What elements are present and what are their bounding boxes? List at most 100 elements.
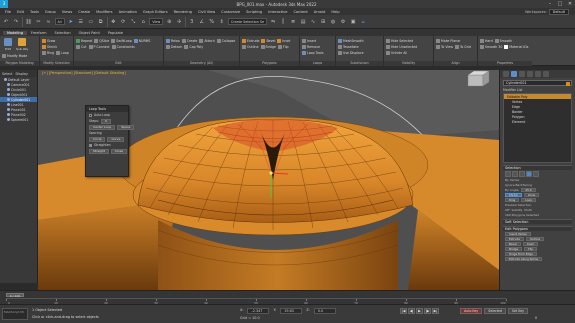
- insert-vertex-button[interactable]: Insert Vertex: [505, 232, 531, 236]
- tab-modeling[interactable]: Modeling: [3, 30, 27, 35]
- schematic-view-icon[interactable]: ⊞: [319, 18, 327, 26]
- unhide-all-button[interactable]: Unhide All: [386, 50, 407, 55]
- tab-selection[interactable]: Selection: [51, 31, 75, 35]
- center-button[interactable]: Center Loop: [89, 124, 116, 130]
- bevel-button[interactable]: Bevel: [505, 242, 521, 246]
- current-frame-field[interactable]: 0: [535, 316, 537, 320]
- go-to-start-button[interactable]: |◀: [400, 308, 407, 314]
- menu-group[interactable]: Group: [42, 10, 59, 14]
- inset-button[interactable]: Inset: [277, 38, 290, 43]
- go-to-end-button[interactable]: ▶|: [432, 308, 439, 314]
- collapse-button[interactable]: Collapse: [216, 38, 235, 43]
- display-tab-icon[interactable]: [535, 71, 541, 77]
- bridge-button[interactable]: Bridge: [260, 44, 276, 49]
- menu-tools[interactable]: Tools: [27, 10, 42, 14]
- shrink-button[interactable]: Shrink: [505, 193, 522, 197]
- visibility-icon[interactable]: [7, 103, 10, 106]
- outline-button[interactable]: Outline: [525, 237, 545, 241]
- close-button[interactable]: ✕: [565, 1, 575, 7]
- menu-customize[interactable]: Customize: [218, 10, 243, 14]
- edge-level-icon[interactable]: [512, 171, 518, 177]
- use-displace-button[interactable]: Use Displace: [338, 50, 364, 55]
- redo-icon[interactable]: ↷: [12, 18, 20, 26]
- render-setup-icon[interactable]: ⚙: [339, 18, 347, 26]
- by-vertex-row[interactable]: By Vertex: [505, 178, 570, 182]
- named-selection-sets-dropdown[interactable]: Create Selection Se: [227, 18, 268, 25]
- time-slider[interactable]: 0 / 100: [6, 293, 24, 298]
- set-key-button[interactable]: Set Key: [508, 308, 529, 314]
- visibility-icon[interactable]: [7, 118, 10, 121]
- y-coordinate-field[interactable]: 19.63: [280, 308, 303, 314]
- undo-icon[interactable]: ↶: [2, 18, 10, 26]
- utilities-tab-icon[interactable]: [543, 71, 549, 77]
- previous-frame-button[interactable]: ◀|: [408, 308, 415, 314]
- material-ids-button[interactable]: Material IDs: [504, 44, 528, 49]
- menu-interactive[interactable]: Interactive: [265, 10, 290, 14]
- insert-loop-button[interactable]: Insert: [302, 38, 316, 43]
- cap-poly-button[interactable]: Cap Poly: [184, 44, 203, 49]
- menu-create[interactable]: Create: [75, 10, 93, 14]
- checkbox-icon[interactable]: [89, 113, 92, 117]
- z-coordinate-field[interactable]: 0.0: [313, 308, 336, 314]
- hide-selected-button[interactable]: Hide Selected: [386, 38, 413, 43]
- menu-graph-editors[interactable]: Graph Editors: [140, 10, 171, 14]
- preview-multi-option[interactable]: Multi: [524, 208, 531, 212]
- object-name-field[interactable]: Cylinder001: [503, 80, 572, 86]
- relax-button[interactable]: Relax: [166, 38, 180, 43]
- qslice-button[interactable]: QSlice: [94, 38, 109, 43]
- render-production-icon[interactable]: ☕: [359, 18, 367, 26]
- modifier-list-dropdown[interactable]: Modifier List: [503, 88, 572, 92]
- loop-button[interactable]: Loop: [521, 198, 536, 202]
- sub-object-button[interactable]: Sub-Obj: [16, 38, 28, 52]
- rendered-frame-window-icon[interactable]: ▣: [349, 18, 357, 26]
- mirror-icon[interactable]: ⇋: [269, 18, 277, 26]
- to-grid-button[interactable]: To Grid: [454, 44, 471, 49]
- bevel-button[interactable]: Bevel: [261, 38, 275, 43]
- close-dialog-button[interactable]: Close: [110, 148, 128, 154]
- menu-views[interactable]: Views: [59, 10, 75, 14]
- create-button[interactable]: Create: [181, 38, 197, 43]
- detach-button[interactable]: Detach: [166, 44, 182, 49]
- preview-subobj-option[interactable]: SubObj: [511, 208, 522, 212]
- loop-tools-button[interactable]: Loop Tools: [302, 50, 324, 55]
- maximize-button[interactable]: □: [555, 1, 565, 7]
- auto-key-button[interactable]: Auto Key: [460, 308, 483, 314]
- angle-snap-icon[interactable]: ∠: [198, 18, 206, 26]
- soft-selection-rollout[interactable]: Soft Selection: [503, 219, 572, 224]
- curve-button[interactable]: Curve: [107, 136, 125, 142]
- perspective-viewport[interactable]: [+] [Perspective] [Standard] [Default Sh…: [38, 70, 499, 290]
- smooth-button[interactable]: Smooth: [494, 38, 512, 43]
- vertex-level-icon[interactable]: [505, 171, 511, 177]
- polygon-level-icon[interactable]: [526, 171, 532, 177]
- hide-unselected-button[interactable]: Hide Unselected: [386, 44, 417, 49]
- hard-button[interactable]: Hard: [480, 38, 493, 43]
- grow-button[interactable]: Grow: [42, 38, 55, 43]
- viewport-label[interactable]: [+] [Perspective] [Standard] [Default Sh…: [42, 71, 126, 75]
- flip-button[interactable]: Flip: [277, 44, 289, 49]
- explorer-row[interactable]: Sphere001: [0, 117, 37, 122]
- select-object-icon[interactable]: ➤: [67, 18, 75, 26]
- menu-help[interactable]: Help: [328, 10, 342, 14]
- bind-space-warp-icon[interactable]: ≈: [45, 18, 53, 26]
- material-editor-icon[interactable]: ◍: [329, 18, 337, 26]
- window-crossing-icon[interactable]: ⧉: [97, 18, 105, 26]
- visibility-icon[interactable]: [7, 113, 10, 116]
- nurms-button[interactable]: NURMS: [133, 38, 150, 43]
- grow-button[interactable]: Grow: [523, 193, 540, 197]
- visibility-icon[interactable]: [7, 88, 10, 91]
- extrude-button[interactable]: Extrude: [505, 237, 524, 241]
- hinge-button[interactable]: Hinge From Edge: [505, 252, 537, 256]
- inset-button[interactable]: Inset: [522, 242, 538, 246]
- maxscript-listener[interactable]: MAXScript Mi: [2, 308, 28, 320]
- object-color-swatch[interactable]: [566, 82, 570, 86]
- straight-button[interactable]: Straight: [89, 148, 109, 154]
- space-button[interactable]: Space: [117, 124, 135, 130]
- link-icon[interactable]: ⛓: [25, 18, 33, 26]
- selection-rollout[interactable]: Selection: [503, 165, 572, 170]
- workspace-dropdown[interactable]: Default: [548, 8, 569, 15]
- to-view-button[interactable]: To View: [436, 44, 453, 49]
- hierarchy-tab-icon[interactable]: [519, 71, 525, 77]
- swiftloop-button[interactable]: SwiftLoop: [111, 38, 132, 43]
- modify-mode-button[interactable]: Modify Mode: [2, 53, 27, 58]
- menu-rendering[interactable]: Rendering: [171, 10, 195, 14]
